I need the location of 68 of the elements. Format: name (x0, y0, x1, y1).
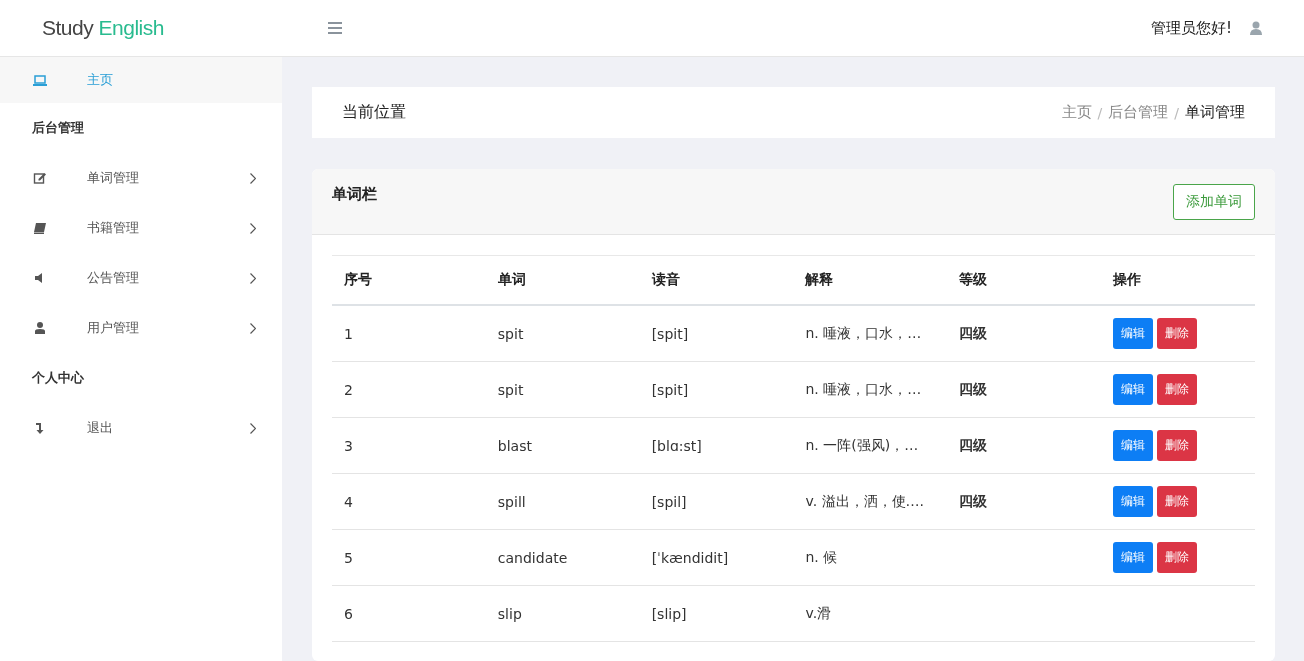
table-cell: spit (497, 381, 524, 398)
table-cell: v.滑 (805, 604, 832, 621)
greeting-text: 管理员您好! (1151, 18, 1232, 38)
breadcrumb-separator: / (1174, 104, 1179, 121)
table-cell: [spil] (651, 493, 687, 510)
edit-icon (32, 172, 48, 184)
table-cell: spit (497, 325, 524, 342)
delete-button[interactable]: 删除 (1157, 318, 1198, 349)
laptop-icon (32, 74, 48, 86)
breadcrumb-title: 当前位置 (342, 102, 406, 123)
table-cell: blast (497, 437, 532, 454)
table-cell: 6 (344, 605, 353, 622)
logo-text: Study English (42, 16, 164, 39)
sidebar-item[interactable]: 书籍管理 (0, 203, 282, 253)
sidebar-section-title: 后台管理 (31, 119, 85, 137)
table-cell: slip (497, 605, 522, 622)
sidebar-item[interactable]: 公告管理 (0, 253, 282, 303)
user-icon (32, 322, 48, 334)
breadcrumb-current: 单词管理 (1185, 103, 1245, 122)
table-cell: candidate (497, 549, 568, 566)
table-cell: [spit] (651, 381, 689, 398)
breadcrumb-link[interactable]: 后台管理 (1108, 103, 1169, 122)
breadcrumb-link[interactable]: 主页 (1061, 103, 1092, 122)
table-cell: 3 (344, 437, 353, 454)
table-cell: [spit] (651, 325, 689, 342)
table-cell: 4 (344, 493, 353, 510)
column-header: 等级 (947, 255, 1102, 305)
sidebar-item[interactable]: 主页 (0, 57, 282, 103)
sidebar-item[interactable]: 用户管理 (0, 303, 282, 353)
table-cell: v. 溢出，洒，使…. (805, 492, 925, 509)
user-icon[interactable] (1250, 21, 1262, 35)
table-cell: 四级 (959, 492, 988, 509)
book-icon (32, 222, 48, 234)
delete-button[interactable]: 删除 (1157, 486, 1198, 517)
delete-button[interactable]: 删除 (1157, 430, 1198, 461)
edit-button[interactable]: 编辑 (1113, 486, 1154, 517)
edit-button[interactable]: 编辑 (1113, 374, 1154, 405)
table-cell: spill (497, 493, 526, 510)
table-cell: 四级 (959, 380, 988, 397)
menu-icon[interactable] (328, 22, 342, 34)
table-cell: 四级 (959, 436, 988, 453)
table-cell: 四级 (959, 324, 988, 341)
table-cell: n. 唾液，口水，… (805, 324, 922, 341)
column-header: 操作 (1101, 255, 1255, 305)
table-cell: n. 一阵(强风)，… (805, 436, 919, 453)
edit-button[interactable]: 编辑 (1113, 318, 1154, 349)
delete-button[interactable]: 删除 (1157, 374, 1198, 405)
table-cell: 5 (344, 549, 353, 566)
table-cell: 1 (344, 325, 353, 342)
table-cell: [ˈkændidit] (651, 549, 729, 566)
add-word-button[interactable]: 添加单词 (1173, 184, 1255, 220)
column-header: 解释 (793, 255, 948, 305)
sidebar-item[interactable]: 退出 (0, 403, 282, 453)
breadcrumb-separator: / (1097, 104, 1103, 121)
table-cell: 2 (344, 381, 353, 398)
table-cell: n. 唾液，口水，… (805, 380, 922, 397)
delete-button[interactable]: 删除 (1157, 542, 1198, 573)
edit-button[interactable]: 编辑 (1113, 430, 1154, 461)
table-cell: [blɑ:st] (651, 437, 702, 454)
column-header: 读音 (639, 255, 794, 305)
sidebar-item[interactable]: 单词管理 (0, 153, 282, 203)
edit-button[interactable]: 编辑 (1113, 542, 1154, 573)
card-title: 单词栏 (332, 185, 377, 204)
column-header: 单词 (485, 255, 640, 305)
column-header: 序号 (332, 255, 486, 305)
table-cell: [slip] (651, 605, 687, 622)
table-cell: n. 候 (805, 548, 838, 565)
sidebar-section-title: 个人中心 (31, 369, 85, 387)
